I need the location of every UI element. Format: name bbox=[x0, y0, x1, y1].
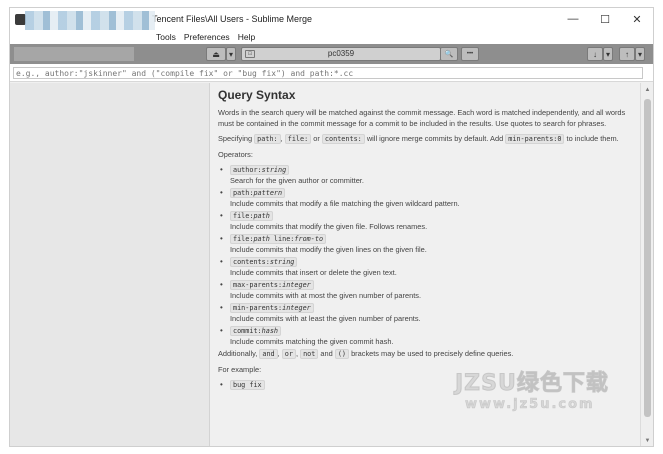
code-min-parents: min-parents:0 bbox=[505, 134, 565, 144]
close-button[interactable]: ✕ bbox=[621, 8, 653, 30]
code-file: file: bbox=[284, 134, 312, 144]
help-title: Query Syntax bbox=[218, 88, 296, 102]
menu-preferences[interactable]: Preferences bbox=[184, 32, 230, 42]
stash-dropdown-button[interactable]: ▾ bbox=[226, 47, 236, 61]
stash-icon: ⏏ bbox=[212, 49, 220, 59]
menu-tools[interactable]: Tools bbox=[156, 32, 176, 42]
example-label: For example: bbox=[218, 364, 262, 374]
chevron-down-icon: ▾ bbox=[228, 49, 233, 59]
pull-dropdown-button[interactable]: ▾ bbox=[603, 47, 613, 61]
help-intro: Words in the search query will be matche… bbox=[218, 108, 626, 128]
pull-button[interactable]: ↓ bbox=[587, 47, 603, 61]
operator-item: file:path line:from-to Include commits t… bbox=[220, 234, 638, 255]
arrow-up-icon: ↑ bbox=[625, 49, 629, 59]
query-syntax-help: Query Syntax Words in the search query w… bbox=[218, 88, 638, 446]
search-button[interactable]: 🔍 bbox=[440, 47, 458, 61]
app-window: Tencent Files\All Users - Sublime Merge … bbox=[9, 7, 654, 447]
push-button[interactable]: ↑ bbox=[619, 47, 635, 61]
code-path: path: bbox=[254, 134, 281, 144]
operators-list: author:string Search for the given autho… bbox=[220, 165, 638, 347]
commit-list-panel[interactable] bbox=[10, 83, 210, 446]
repository-selector[interactable]: ⊡ pc0359 bbox=[241, 47, 441, 61]
scroll-down-icon[interactable]: ▼ bbox=[643, 437, 652, 445]
menu-help[interactable]: Help bbox=[238, 32, 255, 42]
more-icon: ••• bbox=[466, 51, 474, 57]
scroll-up-icon[interactable]: ▲ bbox=[643, 86, 652, 94]
search-icon: 🔍 bbox=[444, 51, 454, 58]
help-additionally: Additionally, and, or, not and () bracke… bbox=[218, 349, 514, 359]
operator-item: contents:string Include commits that ins… bbox=[220, 257, 638, 278]
vertical-scrollbar[interactable]: ▲ ▼ bbox=[640, 83, 653, 446]
stash-button[interactable]: ⏏ bbox=[206, 47, 226, 61]
more-button[interactable]: ••• bbox=[461, 47, 479, 61]
code-contents: contents: bbox=[321, 134, 365, 144]
operator-item: file:path Include commits that modify th… bbox=[220, 211, 638, 232]
arrow-down-icon: ↓ bbox=[593, 49, 597, 59]
search-input[interactable] bbox=[13, 67, 643, 79]
window-title: Tencent Files\All Users - Sublime Merge bbox=[152, 14, 313, 24]
operators-label: Operators: bbox=[218, 149, 253, 159]
operator-item: path:pattern Include commits that modify… bbox=[220, 188, 638, 209]
blurred-toolbar-region bbox=[14, 47, 134, 61]
help-specifying: Specifying path:, file: or contents: wil… bbox=[218, 134, 619, 144]
chevron-down-icon: ▾ bbox=[637, 49, 642, 59]
operator-item: max-parents:integer Include commits with… bbox=[220, 280, 638, 301]
minimize-button[interactable]: — bbox=[557, 8, 589, 30]
toolbar: ⏏ ▾ ⊡ pc0359 🔍 ••• ↓ ▾ ↑ ▾ bbox=[10, 44, 653, 64]
maximize-button[interactable]: ☐ bbox=[589, 8, 621, 30]
window-controls: — ☐ ✕ bbox=[557, 8, 653, 30]
chevron-down-icon: ▾ bbox=[605, 49, 610, 59]
menu-bar: Tools Preferences Help bbox=[10, 30, 653, 44]
example-item: bug fix bbox=[220, 380, 638, 390]
search-bar bbox=[10, 64, 653, 82]
title-bar: Tencent Files\All Users - Sublime Merge … bbox=[10, 8, 653, 51]
operator-item: commit:hash Include commits matching the… bbox=[220, 326, 638, 347]
operator-item: author:string Search for the given autho… bbox=[220, 165, 638, 186]
repository-name: pc0359 bbox=[327, 49, 355, 58]
example-list: bug fix bbox=[220, 380, 638, 390]
operator-item: min-parents:integer Include commits with… bbox=[220, 303, 638, 324]
push-dropdown-button[interactable]: ▾ bbox=[635, 47, 645, 61]
scroll-thumb[interactable] bbox=[644, 99, 651, 417]
